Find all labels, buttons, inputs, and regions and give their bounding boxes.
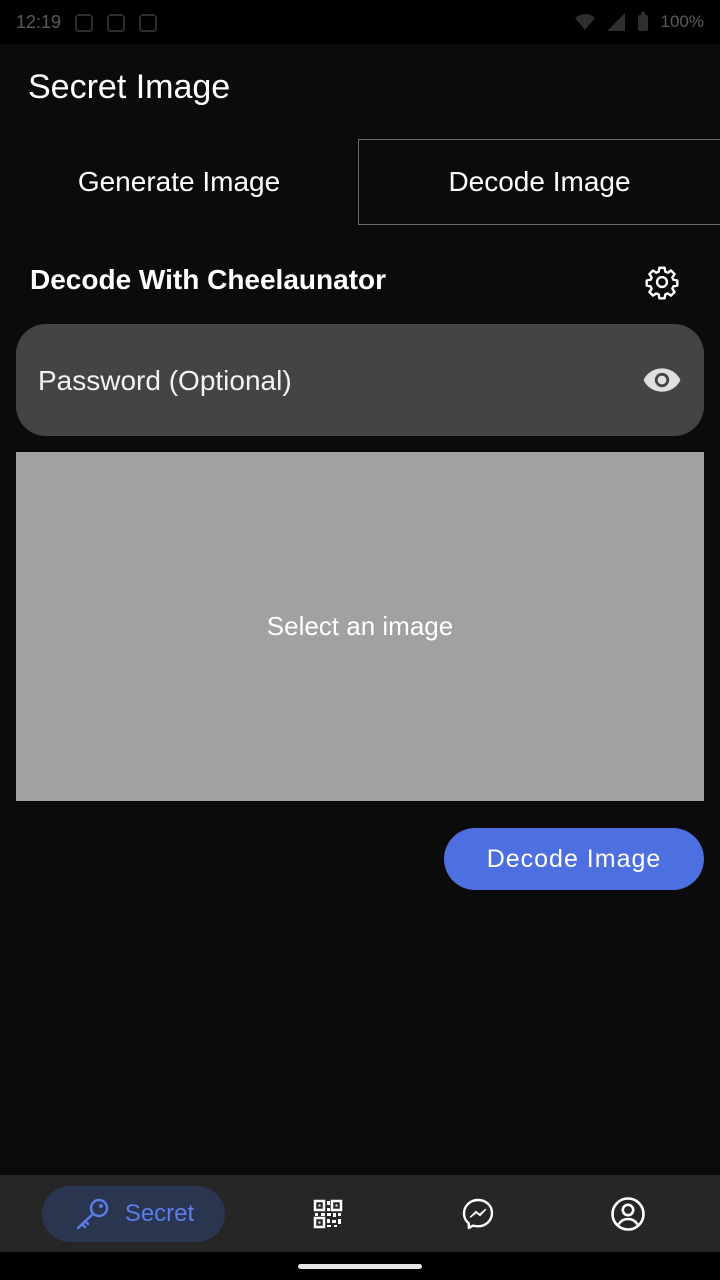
battery-icon <box>637 12 648 31</box>
decode-image-button[interactable]: Decode Image <box>444 828 704 890</box>
toggle-password-visibility-button[interactable] <box>640 360 684 400</box>
messenger-icon <box>462 1198 494 1229</box>
section-title: Decode With Cheelaunator <box>30 264 387 295</box>
home-indicator[interactable] <box>298 1264 422 1269</box>
image-picker[interactable]: Select an image <box>16 452 704 801</box>
status-right: 100% <box>574 12 704 32</box>
status-time: 12:19 <box>16 12 62 32</box>
key-icon <box>76 1198 109 1230</box>
nav-item-secret-label: Secret <box>124 1200 195 1227</box>
notification-icon <box>139 13 158 32</box>
system-navigation-area <box>0 1252 720 1280</box>
wifi-icon <box>574 14 595 30</box>
bottom-navigation: Secret <box>0 1175 720 1252</box>
settings-button[interactable] <box>640 260 684 304</box>
status-left: 12:19 <box>16 12 158 33</box>
qr-code-icon <box>313 1199 343 1228</box>
image-picker-label: Select an image <box>266 611 454 641</box>
signal-icon <box>606 13 625 31</box>
eye-icon <box>643 368 681 392</box>
nav-item-profile[interactable] <box>600 1175 656 1252</box>
nav-item-secret[interactable]: Secret <box>42 1186 225 1242</box>
password-input[interactable] <box>36 350 620 412</box>
app-title: Secret Image <box>28 68 231 106</box>
tab-generate-image[interactable]: Generate Image <box>0 139 358 225</box>
tab-decode-image[interactable]: Decode Image <box>358 139 720 225</box>
status-bar: 12:19 100% <box>0 0 720 44</box>
gear-icon <box>645 266 679 300</box>
nav-item-qr-code[interactable] <box>300 1175 356 1252</box>
account-circle-icon <box>611 1196 645 1231</box>
password-field[interactable] <box>16 324 704 436</box>
battery-percent: 100% <box>660 12 704 31</box>
notification-icon <box>75 13 94 32</box>
notification-icon <box>107 13 126 32</box>
tab-bar: Generate Image Decode Image <box>0 139 720 225</box>
nav-item-messenger[interactable] <box>450 1175 506 1252</box>
